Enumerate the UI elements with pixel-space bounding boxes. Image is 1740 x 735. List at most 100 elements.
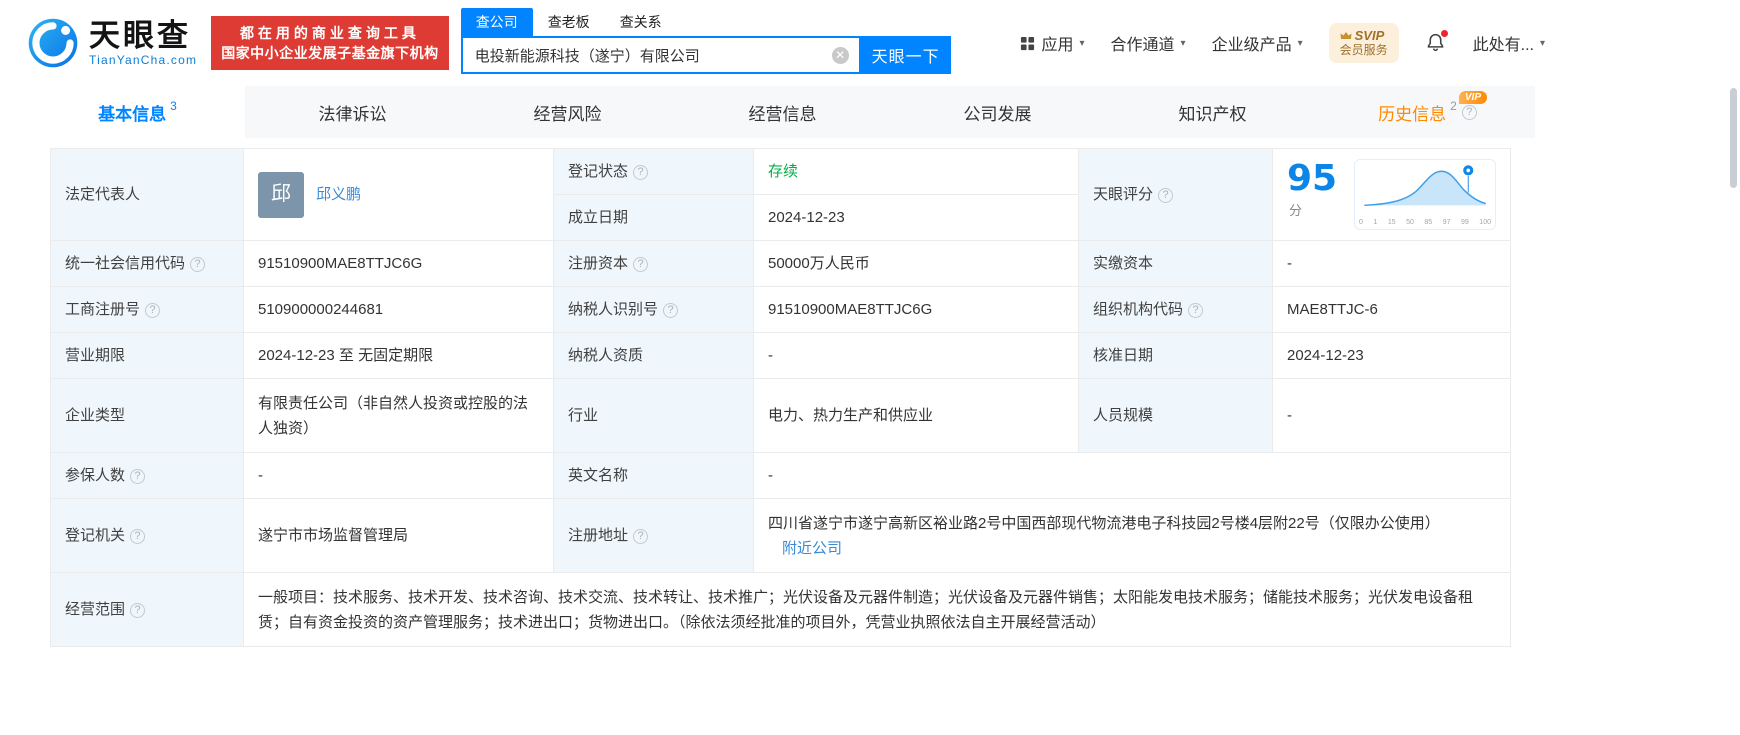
vip-badge: VIP	[1458, 91, 1487, 104]
field-label-reg-number: 工商注册号	[50, 286, 244, 333]
legal-rep-avatar[interactable]: 邱	[258, 171, 304, 218]
field-value-industry: 电力、热力生产和供应业	[753, 378, 1079, 453]
help-icon[interactable]	[1461, 104, 1477, 120]
brand-name: 天眼查	[89, 18, 191, 53]
notification-dot	[1440, 30, 1448, 37]
field-value-staff-size: -	[1272, 378, 1511, 453]
field-value-approval-date: 2024-12-23	[1272, 332, 1511, 379]
chevron-down-icon: ▾	[1079, 37, 1085, 49]
field-label-reg-status: 登记状态	[553, 148, 754, 195]
field-value-company-type: 有限责任公司（非自然人投资或控股的法人独资）	[243, 378, 554, 453]
help-icon[interactable]	[1158, 188, 1174, 203]
field-value-reg-capital: 50000万人民币	[753, 240, 1079, 287]
tab-label: 法律诉讼	[318, 104, 387, 124]
help-icon[interactable]	[130, 529, 146, 544]
search-tab-boss[interactable]: 查老板	[533, 8, 605, 36]
field-value-paid-capital: -	[1272, 240, 1511, 287]
field-value-reg-address: 四川省遂宁市遂宁高新区裕业路2号中国西部现代物流港电子科技园2号楼4层附22号（…	[753, 498, 1511, 573]
tab-label: 历史信息	[1378, 104, 1447, 124]
brand-domain: TianYanCha.com	[89, 53, 198, 67]
field-label: 实缴资本	[1093, 255, 1154, 272]
field-label: 天眼评分	[1093, 186, 1154, 203]
field-value-taxpayer-quality: -	[753, 332, 1079, 379]
search-button[interactable]: 天眼一下	[860, 36, 951, 74]
field-label: 组织机构代码	[1093, 301, 1184, 318]
page-scrollbar[interactable]	[1730, 88, 1737, 188]
nav-more[interactable]: 此处有... ▾	[1473, 31, 1545, 55]
nav-enterprise-products[interactable]: 企业级产品 ▾	[1212, 31, 1303, 55]
tab-legal-proceedings[interactable]: 法律诉讼	[245, 86, 460, 138]
tab-history-info[interactable]: VIP 历史信息 2	[1320, 86, 1535, 138]
field-label-taxpayer-id: 纳税人识别号	[553, 286, 754, 333]
tianyancha-logo[interactable]: 天眼查 TianYanCha.com	[26, 16, 197, 70]
field-value-legal-rep: 邱 邱义鹏	[243, 148, 554, 241]
search-box: ✕	[460, 36, 861, 74]
field-label: 法定代表人	[65, 186, 141, 203]
score-value: 95 分	[1287, 161, 1344, 223]
svip-sublabel: 会员服务	[1339, 43, 1388, 57]
search-tab-relation[interactable]: 查关系	[605, 8, 677, 36]
svip-membership-badge[interactable]: SVIP 会员服务	[1328, 23, 1399, 63]
tab-label: 基本信息	[98, 104, 167, 124]
tab-company-development[interactable]: 公司发展	[890, 86, 1105, 138]
tab-business-info[interactable]: 经营信息	[675, 86, 890, 138]
help-icon[interactable]	[663, 303, 679, 318]
tab-label: 知识产权	[1178, 104, 1247, 124]
help-icon[interactable]	[190, 257, 206, 272]
header: 天眼查 TianYanCha.com 都在用的商业查询工具 国家中小企业发展子基…	[0, 0, 1740, 86]
search-input[interactable]	[462, 46, 832, 64]
field-label-legal-rep: 法定代表人	[50, 148, 244, 241]
nav-partner-label: 合作通道	[1110, 37, 1175, 54]
tab-label: 经营信息	[748, 104, 817, 124]
clear-icon[interactable]: ✕	[831, 46, 849, 64]
help-icon[interactable]	[633, 257, 649, 272]
field-label: 纳税人识别号	[568, 301, 659, 318]
score-distribution-chart[interactable]: 0 1 15 50 85 97 99 100	[1354, 159, 1496, 230]
field-label-establish-date: 成立日期	[553, 194, 754, 241]
help-icon[interactable]	[1188, 303, 1204, 318]
help-icon[interactable]	[633, 165, 649, 180]
help-icon[interactable]	[145, 303, 161, 318]
notification-bell-icon[interactable]	[1425, 30, 1448, 54]
nav-partner-channel[interactable]: 合作通道 ▾	[1111, 31, 1186, 55]
field-label: 成立日期	[568, 209, 629, 226]
tab-basic-info[interactable]: 基本信息 3	[30, 86, 245, 138]
search-tab-company[interactable]: 查公司	[460, 8, 533, 36]
field-value-business-scope: 一般项目：技术服务、技术开发、技术咨询、技术交流、技术转让、技术推广；光伏设备及…	[243, 572, 1511, 647]
field-label: 英文名称	[568, 467, 629, 484]
field-label-org-code: 组织机构代码	[1078, 286, 1273, 333]
field-value-english-name: -	[753, 452, 1511, 499]
legal-rep-link[interactable]: 邱义鹏	[316, 182, 361, 207]
field-label: 经营范围	[65, 601, 126, 618]
field-label: 注册地址	[568, 527, 629, 544]
nearby-companies-link[interactable]: 附近公司	[782, 540, 842, 557]
field-label: 参保人数	[65, 467, 126, 484]
help-icon[interactable]	[130, 603, 146, 618]
field-label-taxpayer-quality: 纳税人资质	[553, 332, 754, 379]
search-tabs: 查公司 查老板 查关系	[460, 8, 951, 36]
field-label-reg-capital: 注册资本	[553, 240, 754, 287]
field-label: 行业	[568, 407, 599, 424]
nav-enterprise-label: 企业级产品	[1211, 37, 1292, 54]
field-label-company-type: 企业类型	[50, 378, 244, 453]
help-icon[interactable]	[633, 529, 649, 544]
field-value-taxpayer-id: 91510900MAE8TTJC6G	[753, 286, 1079, 333]
header-nav: 应用 ▾ 合作通道 ▾ 企业级产品 ▾ SVIP 会员服务 此处有... ▾	[1020, 23, 1545, 63]
help-icon[interactable]	[130, 469, 146, 484]
nav-apps[interactable]: 应用 ▾	[1020, 31, 1085, 55]
field-label: 核准日期	[1093, 347, 1154, 364]
field-value-org-code: MAE8TTJC-6	[1272, 286, 1511, 333]
crown-icon	[1340, 31, 1352, 39]
field-label: 统一社会信用代码	[65, 255, 186, 272]
field-value-reg-authority: 遂宁市市场监督管理局	[243, 498, 554, 573]
score-unit: 分	[1289, 203, 1303, 218]
nav-apps-label: 应用	[1041, 37, 1074, 54]
tab-intellectual-property[interactable]: 知识产权	[1105, 86, 1320, 138]
field-label: 纳税人资质	[568, 347, 644, 364]
tab-label: 经营风险	[533, 104, 602, 124]
tab-business-risk[interactable]: 经营风险	[460, 86, 675, 138]
promo-line1: 都在用的商业查询工具	[239, 25, 420, 41]
field-label-business-scope: 经营范围	[50, 572, 244, 647]
tab-count: 3	[170, 99, 177, 113]
reg-address-text: 四川省遂宁市遂宁高新区裕业路2号中国西部现代物流港电子科技园2号楼4层附22号（…	[768, 514, 1440, 532]
